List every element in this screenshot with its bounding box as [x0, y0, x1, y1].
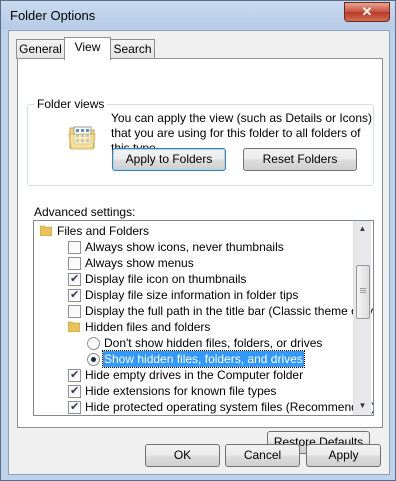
window-title: Folder Options	[10, 8, 96, 23]
advanced-settings-label: Advanced settings:	[34, 205, 136, 219]
list-item-label: Hidden files and folders	[85, 320, 211, 334]
list-item-checkbox[interactable]: Hide empty drives in the Computer folder	[68, 367, 348, 383]
checkbox[interactable]	[68, 241, 81, 254]
ok-button[interactable]: OK	[145, 444, 220, 467]
radio-button-checked[interactable]	[87, 353, 100, 366]
folder-view-icon	[68, 126, 96, 150]
close-button[interactable]: ✕	[344, 2, 390, 22]
list-item-checkbox[interactable]: Hide protected operating system files (R…	[68, 399, 373, 415]
radio-button[interactable]	[87, 337, 100, 350]
list-item-label-selected: Show hidden files, folders, and drives	[102, 350, 305, 368]
checkbox[interactable]	[68, 305, 81, 318]
apply-to-folders-button[interactable]: Apply to Folders	[112, 148, 226, 171]
list-item-checkbox[interactable]: Display file icon on thumbnails	[68, 271, 348, 287]
apply-label: Apply	[328, 448, 359, 462]
checkbox-checked[interactable]	[68, 367, 81, 383]
title-bar[interactable]: Folder Options ✕	[1, 1, 395, 29]
arrow-up-icon: ▲	[358, 224, 367, 233]
folder-icon	[40, 225, 52, 236]
folder-views-title: Folder views	[34, 97, 108, 111]
advanced-settings-list[interactable]: Files and Folders Always show icons, nev…	[33, 220, 374, 416]
scroll-thumb[interactable]	[356, 265, 370, 319]
arrow-down-icon: ▼	[358, 401, 367, 410]
folder-options-window: Folder Options ✕ General View Search Fol…	[0, 0, 396, 481]
list-item-radio[interactable]: Don't show hidden files, folders, or dri…	[87, 335, 349, 351]
close-icon: ✕	[361, 4, 373, 19]
tab-view-label: View	[74, 40, 101, 54]
scroll-up-button[interactable]: ▲	[354, 221, 371, 237]
list-item-checkbox[interactable]: Hide extensions for known file types	[68, 383, 348, 399]
list-item-label: Always show menus	[85, 256, 194, 270]
list-item-hidden-files-and-folders: Hidden files and folders	[68, 319, 348, 335]
scroll-down-button[interactable]: ▼	[354, 398, 371, 414]
list-item-radio[interactable]: Show hidden files, folders, and drives	[87, 350, 349, 368]
dialog-client: General View Search Folder views You can…	[8, 30, 390, 475]
checkbox-checked[interactable]	[68, 399, 81, 415]
list-item-checkbox[interactable]: Always show menus	[68, 255, 348, 271]
list-item-label: Hide protected operating system files (R…	[85, 400, 374, 414]
list-item-label: Display the full path in the title bar (…	[85, 304, 374, 318]
list-item-files-and-folders: Files and Folders	[40, 223, 340, 239]
checkbox-checked[interactable]	[68, 271, 81, 287]
list-item-checkbox[interactable]: Display the full path in the title bar (…	[68, 303, 373, 319]
list-item-label: Hide empty drives in the Computer folder	[85, 368, 304, 382]
reset-folders-button[interactable]: Reset Folders	[243, 148, 357, 171]
checkbox-checked[interactable]	[68, 287, 81, 303]
list-item-label: Always show icons, never thumbnails	[85, 240, 284, 254]
list-item-label: Display file size information in folder …	[85, 288, 299, 302]
list-item-label: Files and Folders	[57, 224, 150, 238]
list-item-checkbox[interactable]: Display file size information in folder …	[68, 287, 348, 303]
reset-folders-label: Reset Folders	[262, 152, 338, 166]
vertical-scrollbar[interactable]: ▲ ▼	[353, 221, 371, 415]
list-item-label: Hide extensions for known file types	[85, 384, 277, 398]
tab-search[interactable]: Search	[110, 39, 155, 59]
tab-general[interactable]: General	[16, 39, 65, 59]
folder-icon	[68, 321, 80, 332]
tab-general-label: General	[19, 42, 62, 56]
cancel-label: Cancel	[243, 448, 282, 462]
list-item-checkbox[interactable]: Always show icons, never thumbnails	[68, 239, 348, 255]
checkbox-checked[interactable]	[68, 383, 81, 399]
cancel-button[interactable]: Cancel	[225, 444, 300, 467]
checkbox[interactable]	[68, 257, 81, 270]
apply-button[interactable]: Apply	[306, 444, 381, 467]
tab-search-label: Search	[113, 42, 152, 56]
list-item-label: Display file icon on thumbnails	[85, 272, 247, 286]
apply-to-folders-label: Apply to Folders	[125, 152, 213, 166]
list-item-label: Don't show hidden files, folders, or dri…	[104, 336, 323, 350]
ok-label: OK	[173, 448, 192, 462]
tab-view[interactable]: View	[64, 37, 111, 60]
